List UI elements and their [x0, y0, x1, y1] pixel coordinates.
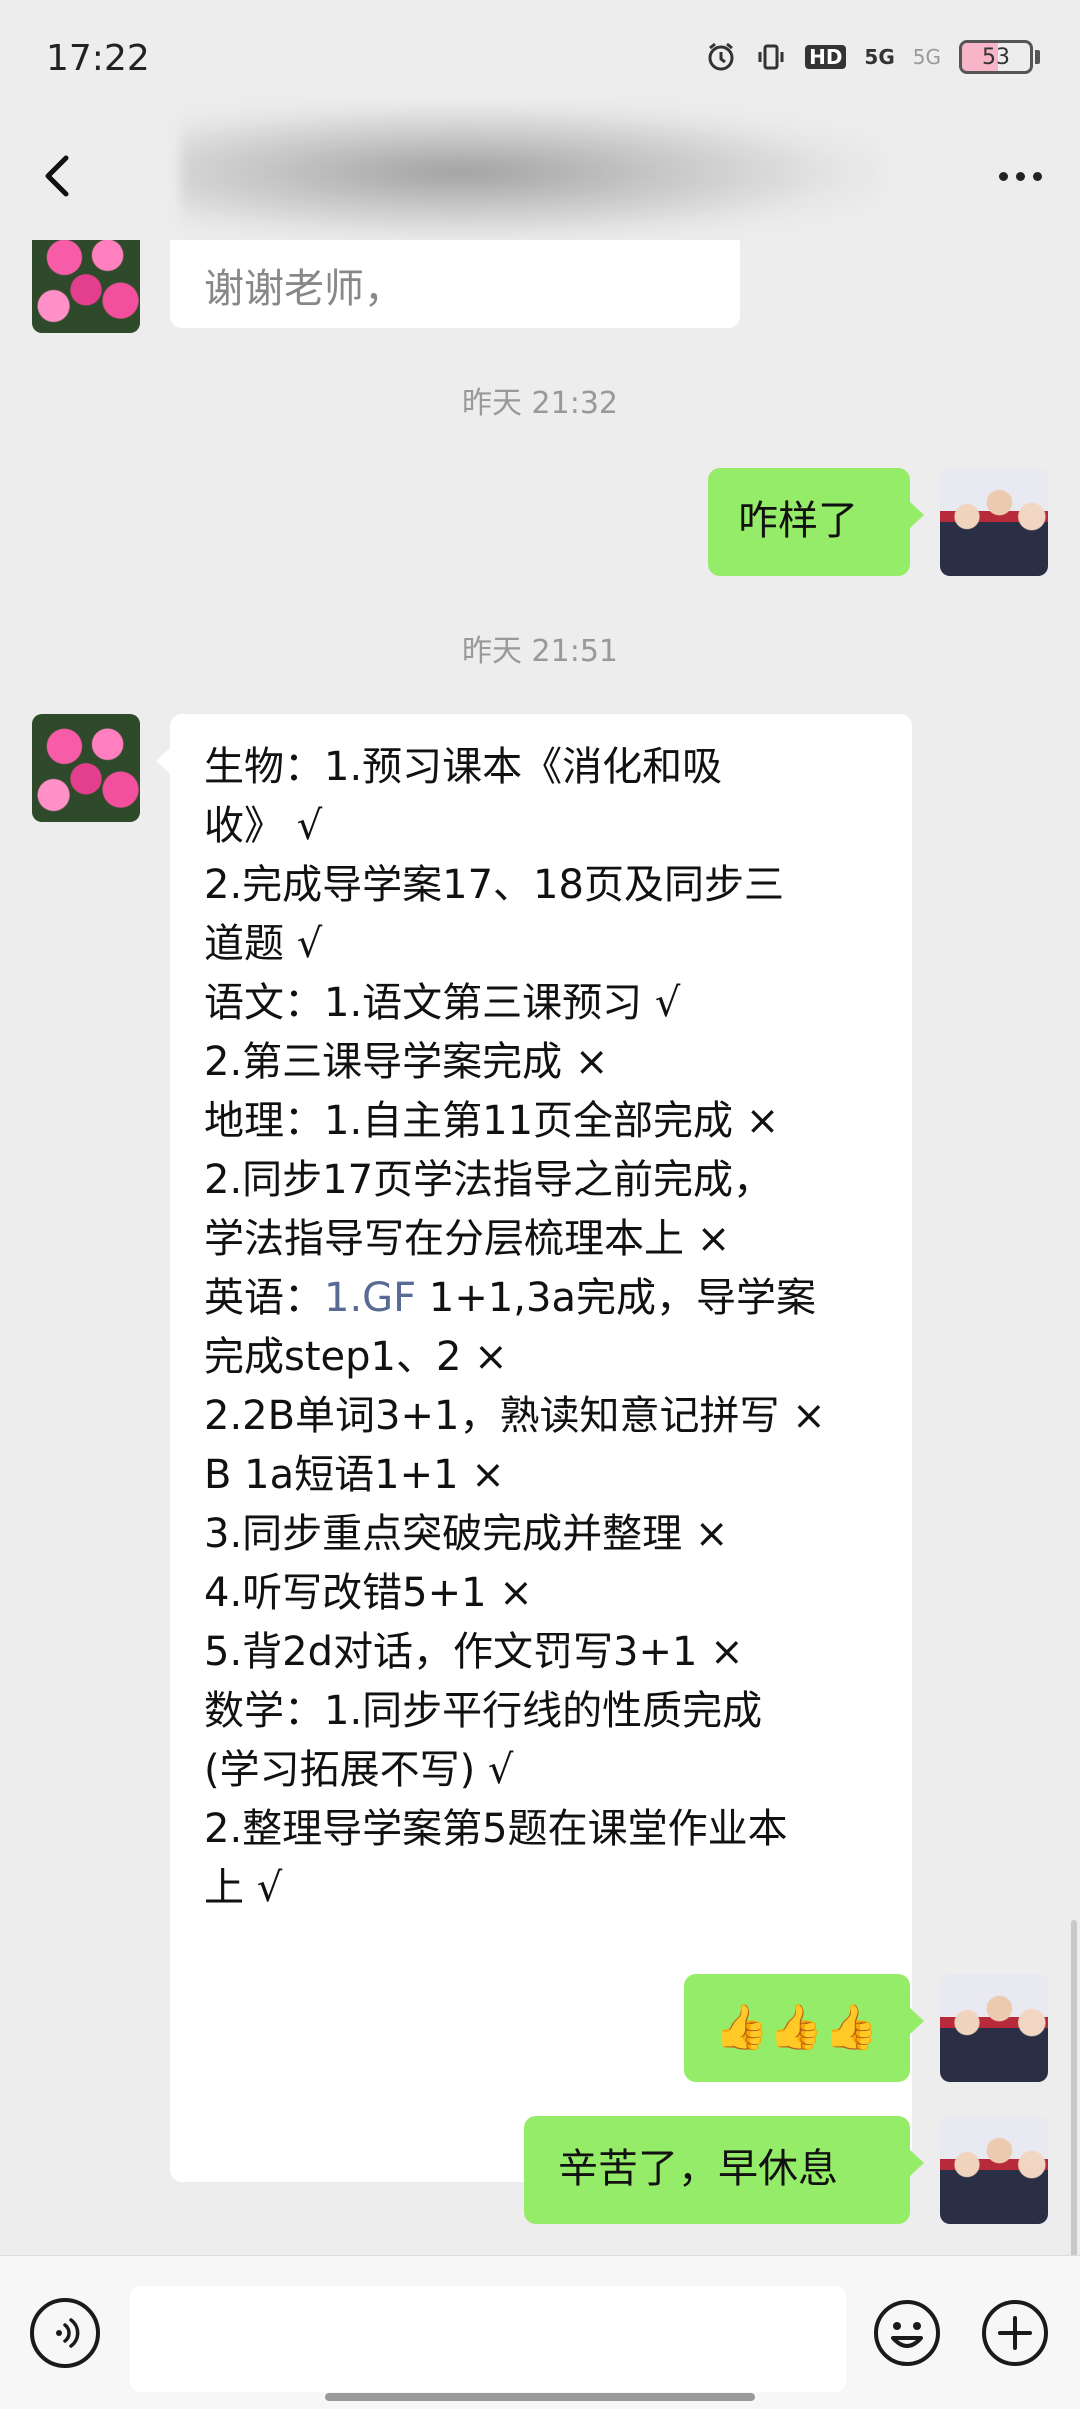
message-line: 5.背2d对话，作文罚写3+1 ×	[204, 1629, 744, 1675]
message-line: 4.听写改错5+1 ×	[204, 1570, 533, 1616]
voice-button[interactable]	[30, 2298, 100, 2368]
hd-icon: HD	[805, 45, 847, 69]
message-text: 辛苦了，早休息	[558, 2146, 838, 2192]
battery-icon: 53	[959, 40, 1033, 74]
message-line: 上 √	[204, 1865, 283, 1911]
message-line: 2.第三课导学案完成 ×	[204, 1039, 609, 1085]
message-line-english: 英语：1.GF 1+1,3a完成，导学案	[204, 1269, 878, 1328]
avatar-self[interactable]	[940, 1974, 1048, 2082]
message-bubble-outgoing[interactable]: 辛苦了，早休息	[524, 2116, 924, 2224]
message-line: B 1a短语1+1 ×	[204, 1452, 505, 1498]
message-line: 2.整理导学案第5题在课堂作业本	[204, 1806, 788, 1852]
vibrate-icon	[755, 41, 787, 73]
message-line: 生物：1.预习课本《消化和吸	[204, 744, 723, 790]
alarm-icon	[705, 41, 737, 73]
message-list[interactable]: 谢谢老师， 昨天 21:32 咋样了 昨天 21:51 生物：1.预习课本《消化…	[0, 240, 1080, 2255]
chevron-left-icon	[45, 155, 69, 197]
message-link[interactable]: 1.GF	[324, 1275, 416, 1321]
status-time: 17:22	[46, 38, 150, 79]
avatar-contact[interactable]	[32, 714, 140, 822]
timestamp: 昨天 21:32	[462, 386, 618, 421]
avatar-self[interactable]	[940, 2116, 1048, 2224]
message-bubble-outgoing[interactable]: 👍👍👍	[684, 1974, 924, 2082]
more-dot	[1032, 171, 1042, 181]
message-bubble-incoming[interactable]: 生物：1.预习课本《消化和吸 收》 √ 2.完成导学案17、18页及同步三 道题…	[156, 714, 912, 2182]
blur-overlay	[450, 240, 740, 328]
more-dot	[1015, 171, 1025, 181]
timestamp: 昨天 21:51	[462, 634, 618, 669]
message-text: 谢谢老师，	[204, 266, 404, 312]
more-button[interactable]	[986, 146, 1054, 206]
battery-tip	[1035, 50, 1040, 64]
avatar-contact[interactable]	[32, 240, 140, 333]
message-line: 收》 √	[204, 803, 323, 849]
emoji-icon	[874, 2300, 940, 2366]
signal-5g-icon-2: 5G	[912, 45, 941, 69]
message-line: 3.同步重点突破完成并整理 ×	[204, 1511, 729, 1557]
message-bubble-incoming[interactable]: 谢谢老师，	[170, 240, 740, 328]
message-text: 1+1,3a完成，导学案	[416, 1275, 816, 1321]
home-indicator[interactable]	[325, 2393, 755, 2401]
message-line: (学习拓展不写) √	[204, 1747, 514, 1793]
message-bubble-outgoing[interactable]: 咋样了	[708, 468, 924, 576]
message-line: 完成step1、2 ×	[204, 1334, 508, 1380]
input-bar	[0, 2255, 1080, 2409]
message-text: 👍👍👍	[714, 2002, 879, 2053]
voice-icon	[56, 2318, 80, 2348]
more-dots-icon	[998, 171, 1008, 181]
message-line: 语文：1.语文第三课预习 √	[204, 980, 681, 1026]
message-line: 2.2B单词3+1，熟读知意记拼写 ×	[204, 1393, 826, 1439]
back-button[interactable]	[28, 146, 88, 206]
signal-5g-icon: 5G	[864, 45, 895, 69]
chat-header	[0, 102, 1080, 242]
status-icons: HD 5G 5G 53	[705, 40, 1040, 74]
message-text: 咋样了	[738, 498, 858, 544]
message-line: 2.同步17页学法指导之前完成，	[204, 1157, 774, 1203]
subject-label: 英语：	[204, 1275, 324, 1321]
message-line: 道题 √	[204, 921, 323, 967]
message-line: 地理：1.自主第11页全部完成 ×	[204, 1098, 780, 1144]
scrollbar[interactable]	[1071, 1920, 1077, 2255]
message-input[interactable]	[130, 2286, 846, 2392]
emoji-button[interactable]	[872, 2298, 942, 2368]
chat-title-redacted	[180, 102, 880, 242]
message-line: 学法指导写在分层梳理本上 ×	[204, 1216, 731, 1262]
message-line: 2.完成导学案17、18页及同步三	[204, 862, 784, 908]
avatar-self[interactable]	[940, 468, 1048, 576]
more-functions-button[interactable]	[980, 2298, 1050, 2368]
message-line: 数学：1.同步平行线的性质完成	[204, 1688, 763, 1734]
plus-icon	[982, 2300, 1048, 2366]
